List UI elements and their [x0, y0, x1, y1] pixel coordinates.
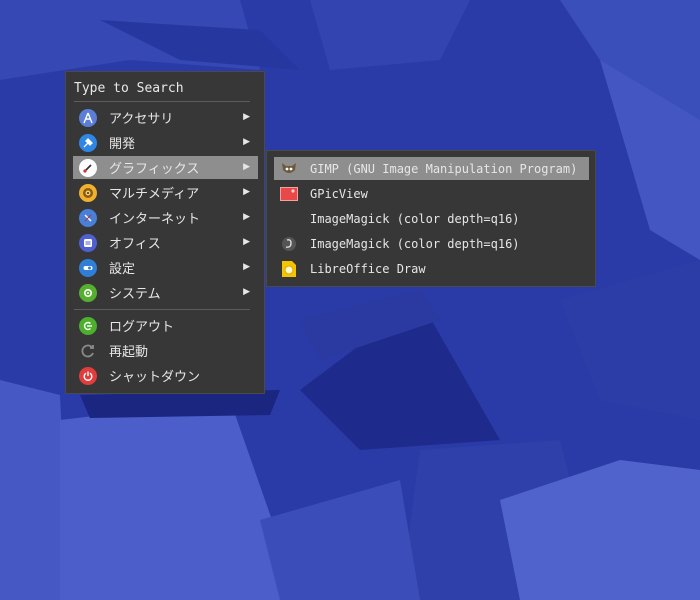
submenu-item-imagemagick[interactable]: ImageMagick (color depth=q16): [274, 207, 589, 230]
menu-item-multimedia[interactable]: マルチメディア ▶: [73, 181, 258, 204]
settings-icon: [79, 258, 97, 277]
menu-item-label: グラフィックス: [109, 162, 200, 177]
internet-icon: [79, 208, 97, 227]
system-icon: [79, 283, 97, 302]
submenu-arrow-icon: ▶: [243, 112, 250, 122]
menu-item-restart[interactable]: 再起動: [73, 339, 258, 362]
submenu-arrow-icon: ▶: [243, 287, 250, 297]
menu-item-label: オフィス: [109, 237, 161, 252]
menu-item-label: インターネット: [109, 212, 201, 227]
office-icon: [79, 233, 97, 252]
submenu-item-label: ImageMagick (color depth=q16): [310, 236, 520, 251]
application-menu: Type to Search アクセサリ ▶ 開発 ▶ グラフィックス ▶ マル…: [65, 71, 265, 394]
menu-item-internet[interactable]: インターネット ▶: [73, 206, 258, 229]
restart-icon: [79, 342, 97, 360]
menu-item-graphics[interactable]: グラフィックス ▶: [73, 156, 258, 179]
menu-item-accessories[interactable]: アクセサリ ▶: [73, 106, 258, 129]
submenu-arrow-icon: ▶: [243, 162, 250, 172]
submenu-item-label: GPicView: [310, 186, 368, 201]
multimedia-icon: [79, 183, 97, 202]
menu-item-system[interactable]: システム ▶: [73, 281, 258, 304]
submenu-item-label: LibreOffice Draw: [310, 261, 426, 276]
menu-item-label: シャットダウン: [109, 370, 201, 385]
gpicview-icon: [280, 185, 298, 203]
menu-item-label: 再起動: [109, 345, 149, 360]
submenu-arrow-icon: ▶: [243, 262, 250, 272]
submenu-arrow-icon: ▶: [243, 187, 250, 197]
menu-item-label: 開発: [109, 137, 136, 152]
libreoffice-draw-icon: [280, 260, 298, 278]
submenu-item-gimp[interactable]: GIMP (GNU Image Manipulation Program): [274, 157, 589, 180]
graphics-icon: [79, 158, 97, 177]
menu-item-shutdown[interactable]: シャットダウン: [73, 364, 258, 387]
accessories-icon: [79, 108, 97, 127]
menu-item-logout[interactable]: ログアウト: [73, 314, 258, 337]
menu-item-settings[interactable]: 設定 ▶: [73, 256, 258, 279]
menu-item-label: ログアウト: [109, 320, 175, 335]
logout-icon: [79, 316, 97, 335]
submenu-item-imagemagick[interactable]: ImageMagick (color depth=q16): [274, 232, 589, 255]
submenu-item-libreoffice-draw[interactable]: LibreOffice Draw: [274, 257, 589, 280]
submenu-item-gpicview[interactable]: GPicView: [274, 182, 589, 205]
menu-item-office[interactable]: オフィス ▶: [73, 231, 258, 254]
blank-icon: [280, 210, 298, 228]
submenu-arrow-icon: ▶: [243, 237, 250, 247]
graphics-submenu: GIMP (GNU Image Manipulation Program) GP…: [266, 150, 596, 287]
submenu-arrow-icon: ▶: [243, 212, 250, 222]
search-input[interactable]: Type to Search: [74, 80, 184, 98]
submenu-item-label: ImageMagick (color depth=q16): [310, 211, 520, 226]
menu-item-label: マルチメディア: [109, 187, 200, 202]
menu-separator: [74, 101, 250, 102]
menu-item-label: アクセサリ: [109, 112, 174, 127]
menu-separator: [74, 309, 250, 310]
development-icon: [79, 133, 97, 152]
gimp-icon: [280, 160, 298, 178]
submenu-arrow-icon: ▶: [243, 137, 250, 147]
menu-item-label: システム: [109, 287, 161, 302]
menu-item-development[interactable]: 開発 ▶: [73, 131, 258, 154]
submenu-item-label: GIMP (GNU Image Manipulation Program): [310, 161, 578, 176]
shutdown-icon: [79, 366, 97, 385]
imagemagick-icon: [280, 235, 298, 253]
menu-item-label: 設定: [109, 262, 136, 277]
